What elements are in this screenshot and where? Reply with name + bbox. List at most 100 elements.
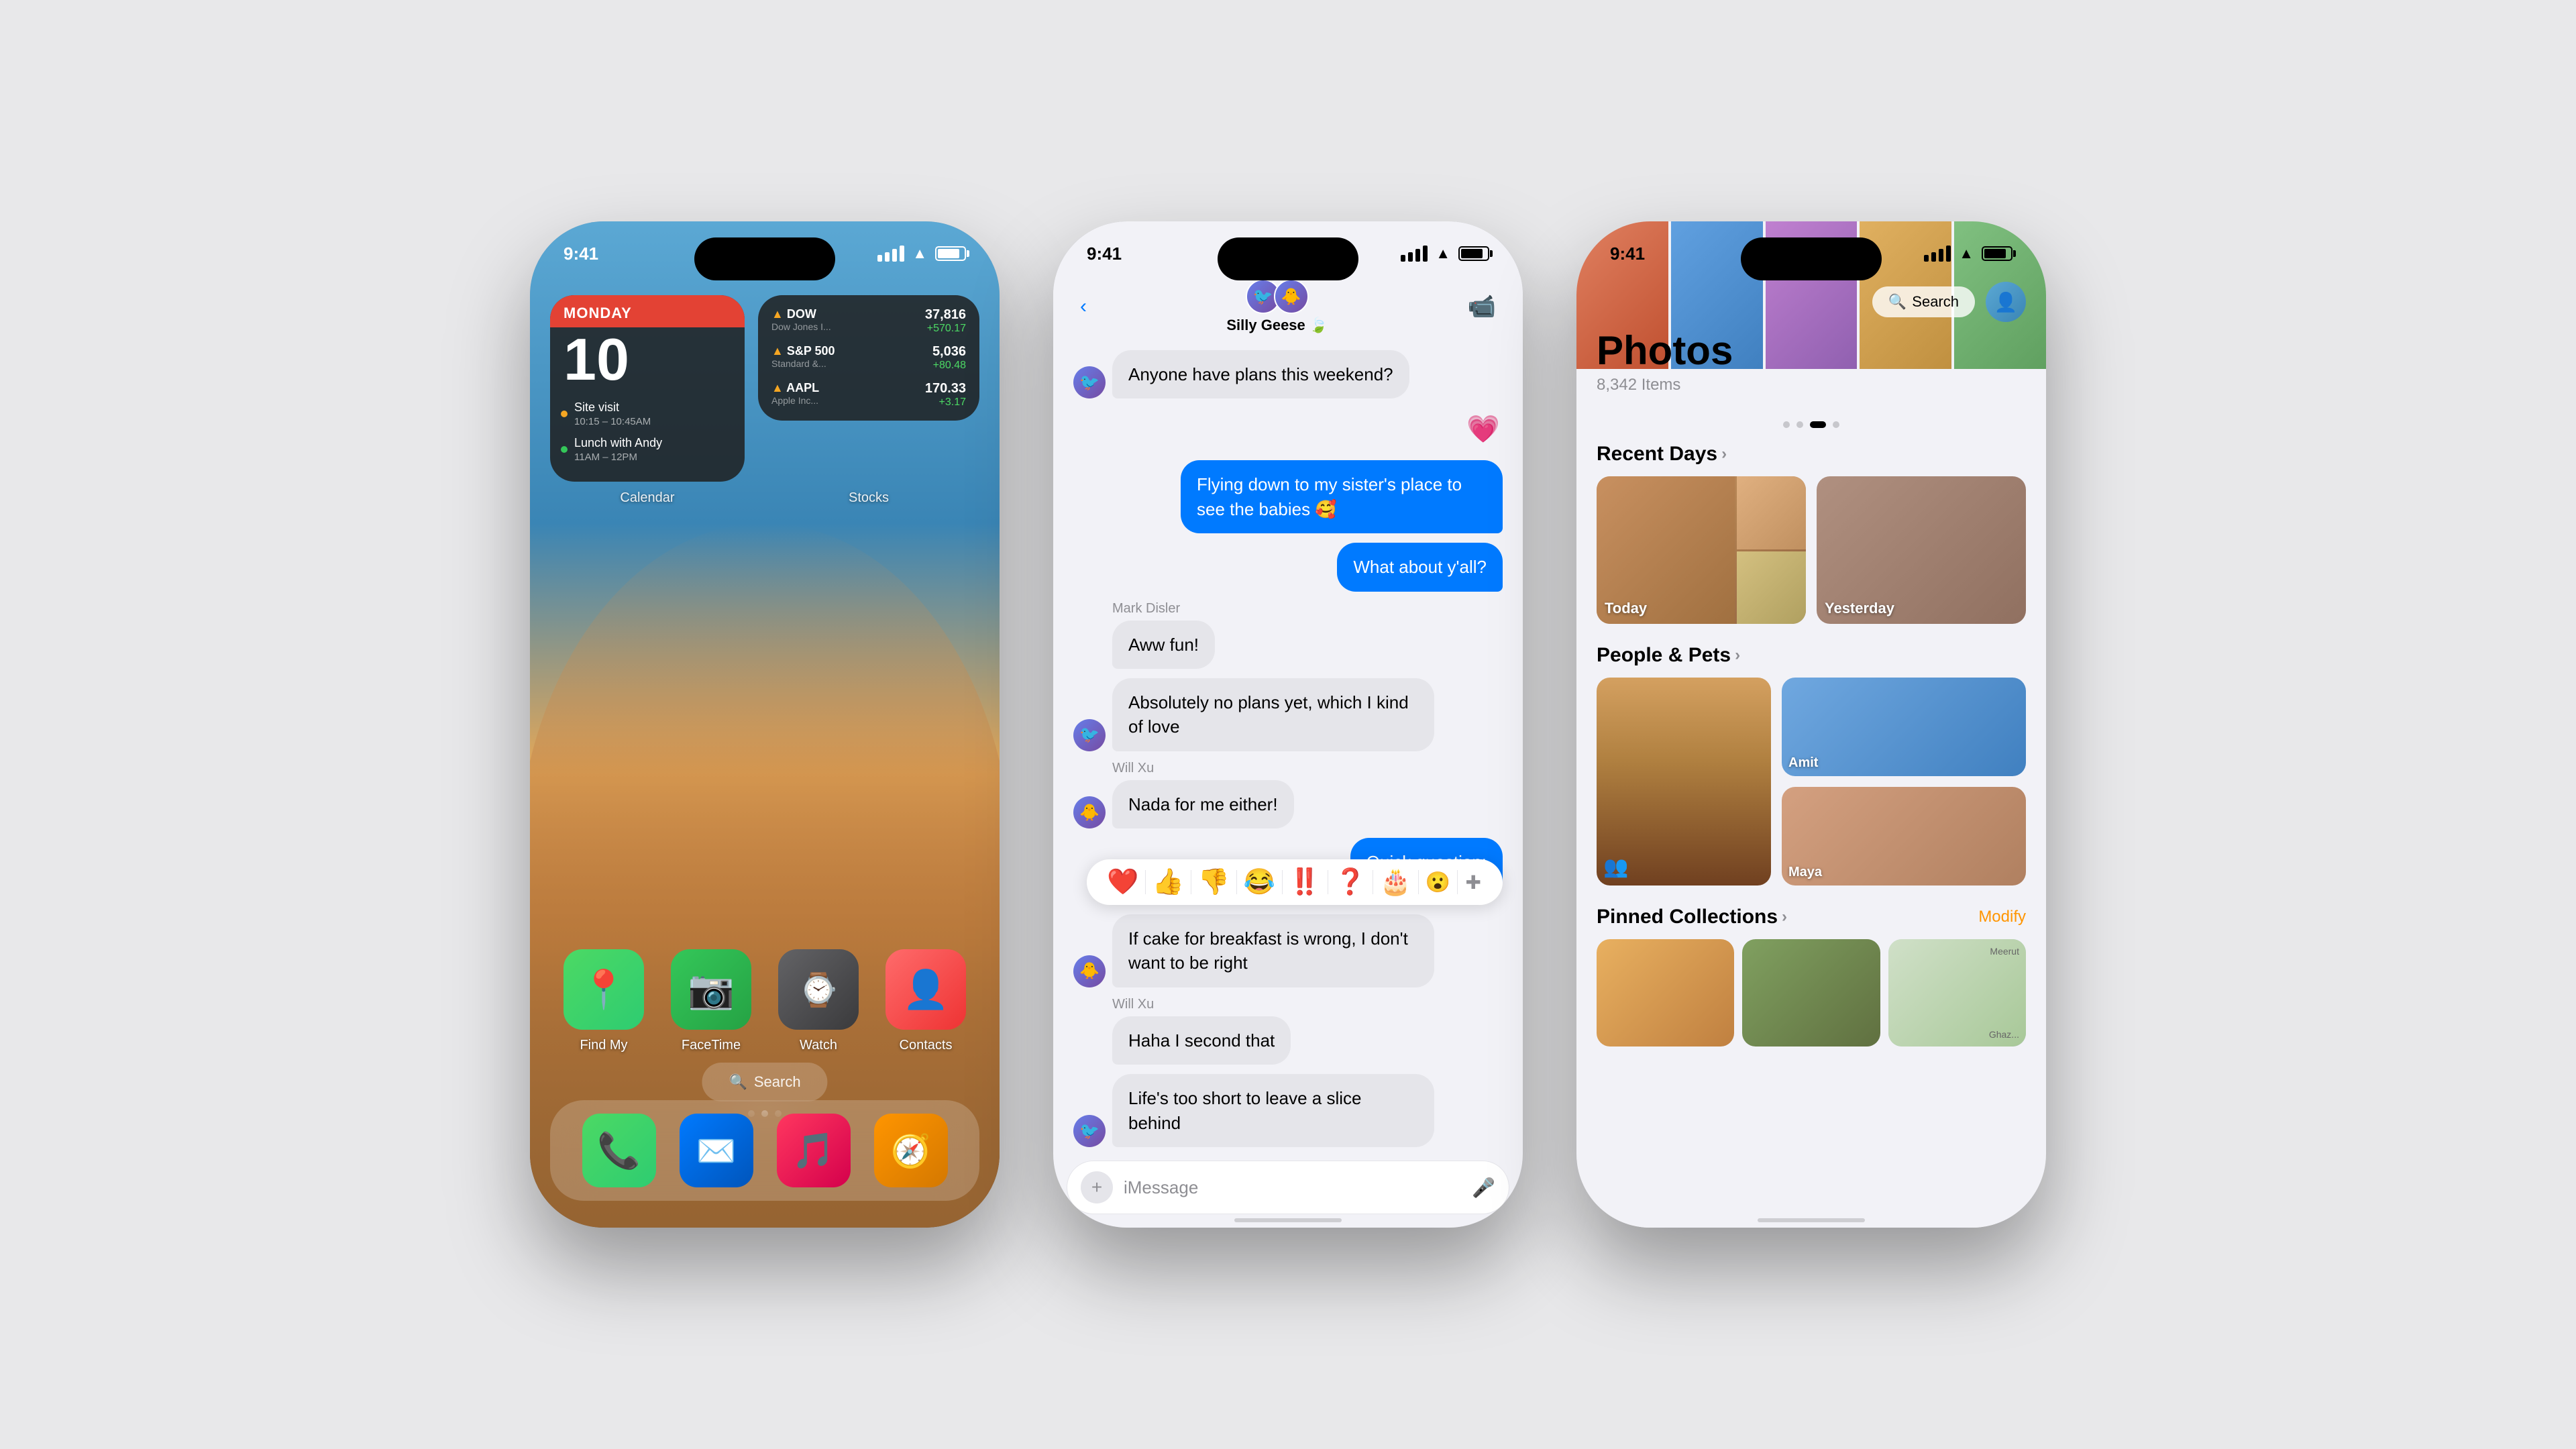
msg-row-flying: Flying down to my sister's place to see … <box>1073 460 1503 533</box>
msg-life: Life's too short to leave a slice behind <box>1112 1074 1434 1147</box>
tapback-thumbsdown[interactable]: 👎 <box>1191 867 1236 897</box>
dock-phone[interactable]: 📞 <box>582 1114 656 1187</box>
pinned-modify-button[interactable]: Modify <box>1978 908 2026 926</box>
msg-row-cake: 🐥 If cake for breakfast is wrong, I don'… <box>1073 914 1503 987</box>
phone-photos: 9:41 ▲ <box>1576 221 2046 1228</box>
carousel-dot-4 <box>1833 421 1839 428</box>
dock-compass[interactable]: 🧭 <box>874 1114 948 1187</box>
dock-mail[interactable]: ✉️ <box>680 1114 753 1187</box>
cal-event-1: Site visit 10:15 – 10:45AM <box>561 400 734 429</box>
photos-title: Photos <box>1597 329 2026 373</box>
home-indicator <box>1234 1218 1342 1222</box>
tapback-thumbsup[interactable]: 👍 <box>1146 867 1191 897</box>
group-avatars: 🐦 🐥 <box>1246 279 1309 314</box>
message-input[interactable]: iMessage <box>1124 1177 1461 1198</box>
cal-event-1-title: Site visit <box>574 400 651 415</box>
calendar-widget-wrapper: MONDAY 10 Site visit 10:15 – 10:45AM <box>550 295 745 482</box>
photos-user-avatar[interactable]: 👤 <box>1986 282 2026 322</box>
carousel-dot-grid[interactable] <box>1810 421 1826 428</box>
msg-flying: Flying down to my sister's place to see … <box>1181 460 1503 533</box>
find-my-icon: 📍 <box>564 949 644 1030</box>
people-pets-title: People & Pets <box>1597 644 1731 667</box>
people-pets-header[interactable]: People & Pets › <box>1597 644 2026 667</box>
dock: 📞 ✉️ 🎵 🧭 <box>550 1100 979 1201</box>
group-people-card[interactable]: 👥 <box>1597 678 1771 885</box>
message-add-button[interactable]: + <box>1081 1171 1113 1203</box>
app-contacts[interactable]: 👤 Contacts <box>885 949 966 1053</box>
phone-home: 9:41 ▲ MONDAY 10 <box>530 221 1000 1228</box>
recent-days-header[interactable]: Recent Days › <box>1597 443 2026 466</box>
tapback-add[interactable]: ✚ <box>1458 871 1489 894</box>
search-label: Search <box>754 1073 801 1091</box>
phone-messages: 9:41 ▲ ‹ 🐦 🐥 <box>1053 221 1523 1228</box>
photos-status-icons: ▲ <box>1924 245 2012 262</box>
stocks-widget[interactable]: ▲ DOW Dow Jones I... 37,816 +570.17 ▲ S&… <box>758 295 979 421</box>
maya-name: Maya <box>1788 865 1822 880</box>
microphone-button[interactable]: 🎤 <box>1472 1177 1495 1199</box>
pinned-title-group[interactable]: Pinned Collections › <box>1597 906 1787 928</box>
contacts-icon: 👤 <box>885 949 966 1030</box>
battery-icon <box>935 246 966 261</box>
pinned-card-1[interactable] <box>1597 939 1734 1046</box>
people-pets-grid: 👥 Amit Maya <box>1597 678 2026 885</box>
messages-time: 9:41 <box>1087 244 1122 264</box>
yesterday-label: Yesterday <box>1825 600 1894 617</box>
facetime-icon: 📷 <box>671 949 751 1030</box>
message-input-bar: + iMessage 🎤 <box>1067 1161 1509 1214</box>
pinned-card-2[interactable] <box>1742 939 1880 1046</box>
photos-battery-icon <box>1982 246 2012 261</box>
sender-avatar-2: 🐦 <box>1073 719 1106 751</box>
pinned-chevron: › <box>1782 908 1787 926</box>
sender-label-will: Will Xu <box>1073 761 1503 776</box>
tapback-cake[interactable]: 🎂 <box>1373 867 1418 897</box>
tapback-heart[interactable]: ❤️ <box>1100 867 1145 897</box>
msg-row-nada: 🐥 Nada for me either! <box>1073 780 1503 828</box>
messages-list: 🐦 Anyone have plans this weekend? 💗 Flyi… <box>1053 337 1523 1161</box>
tapback-question[interactable]: ❓ <box>1328 867 1373 897</box>
tapback-laugh[interactable]: 😂 <box>1236 867 1281 897</box>
msg-bubble-1: Anyone have plans this weekend? <box>1112 350 1409 398</box>
recent-days-title: Recent Days <box>1597 443 1717 466</box>
app-facetime[interactable]: 📷 FaceTime <box>671 949 751 1053</box>
tapback-bar[interactable]: ❤️ 👍 👎 😂 ‼️ ❓ 🎂 😮 ✚ <box>1087 859 1503 905</box>
messages-back-button[interactable]: ‹ <box>1080 295 1087 318</box>
cal-event-1-time: 10:15 – 10:45AM <box>574 415 651 429</box>
app-grid: 📍 Find My 📷 FaceTime ⌚ Watch 👤 Contacts <box>550 949 979 1053</box>
maya-card[interactable]: Maya <box>1782 787 2026 885</box>
sender-avatar-3: 🐥 <box>1073 796 1106 828</box>
sender-avatar-1: 🐦 <box>1073 366 1106 398</box>
pinned-grid: Meerut Ghaz... <box>1597 939 2026 1046</box>
app-watch[interactable]: ⌚ Watch <box>778 949 859 1053</box>
recent-days-chevron: › <box>1721 445 1727 464</box>
photos-title-section: Photos 8,342 Items <box>1597 329 2026 394</box>
calendar-widget[interactable]: MONDAY 10 Site visit 10:15 – 10:45AM <box>550 295 745 482</box>
msg-haha: Haha I second that <box>1112 1016 1291 1065</box>
stock-dow: ▲ DOW Dow Jones I... 37,816 +570.17 <box>771 307 966 335</box>
watch-label: Watch <box>800 1038 837 1053</box>
video-call-button[interactable]: 📹 <box>1468 293 1496 320</box>
stock-aapl: ▲ AAPL Apple Inc... 170.33 +3.17 <box>771 381 966 409</box>
dynamic-island-3 <box>1741 237 1882 280</box>
amit-card[interactable]: Amit <box>1782 678 2026 776</box>
search-button[interactable]: 🔍 Search <box>702 1063 827 1102</box>
today-card[interactable]: Today <box>1597 476 1806 624</box>
amit-name: Amit <box>1788 755 1818 771</box>
dock-music[interactable]: 🎵 <box>777 1114 851 1187</box>
people-pets-chevron: › <box>1735 646 1740 665</box>
tapback-exclaim[interactable]: ‼️ <box>1282 867 1327 897</box>
app-find-my[interactable]: 📍 Find My <box>564 949 644 1053</box>
tapback-wow[interactable]: 😮 <box>1419 871 1457 894</box>
group-name[interactable]: Silly Geese 🍃 <box>1226 317 1328 334</box>
yesterday-card[interactable]: Yesterday <box>1817 476 2026 624</box>
today-label: Today <box>1605 600 1647 617</box>
photos-signal-icon <box>1924 246 1951 262</box>
dynamic-island-2 <box>1218 237 1358 280</box>
carousel-dots <box>1783 421 1839 428</box>
dynamic-island <box>694 237 835 280</box>
photos-search-button[interactable]: 🔍 Search <box>1872 286 1975 317</box>
cal-event-2: Lunch with Andy 11AM – 12PM <box>561 435 734 464</box>
msg-row-aww: Aww fun! <box>1073 621 1503 669</box>
messages-contact-center: 🐦 🐥 Silly Geese 🍃 <box>1226 279 1328 334</box>
pinned-card-map[interactable]: Meerut Ghaz... <box>1888 939 2026 1046</box>
recent-days-grid: Today Yesterday <box>1597 476 2026 624</box>
